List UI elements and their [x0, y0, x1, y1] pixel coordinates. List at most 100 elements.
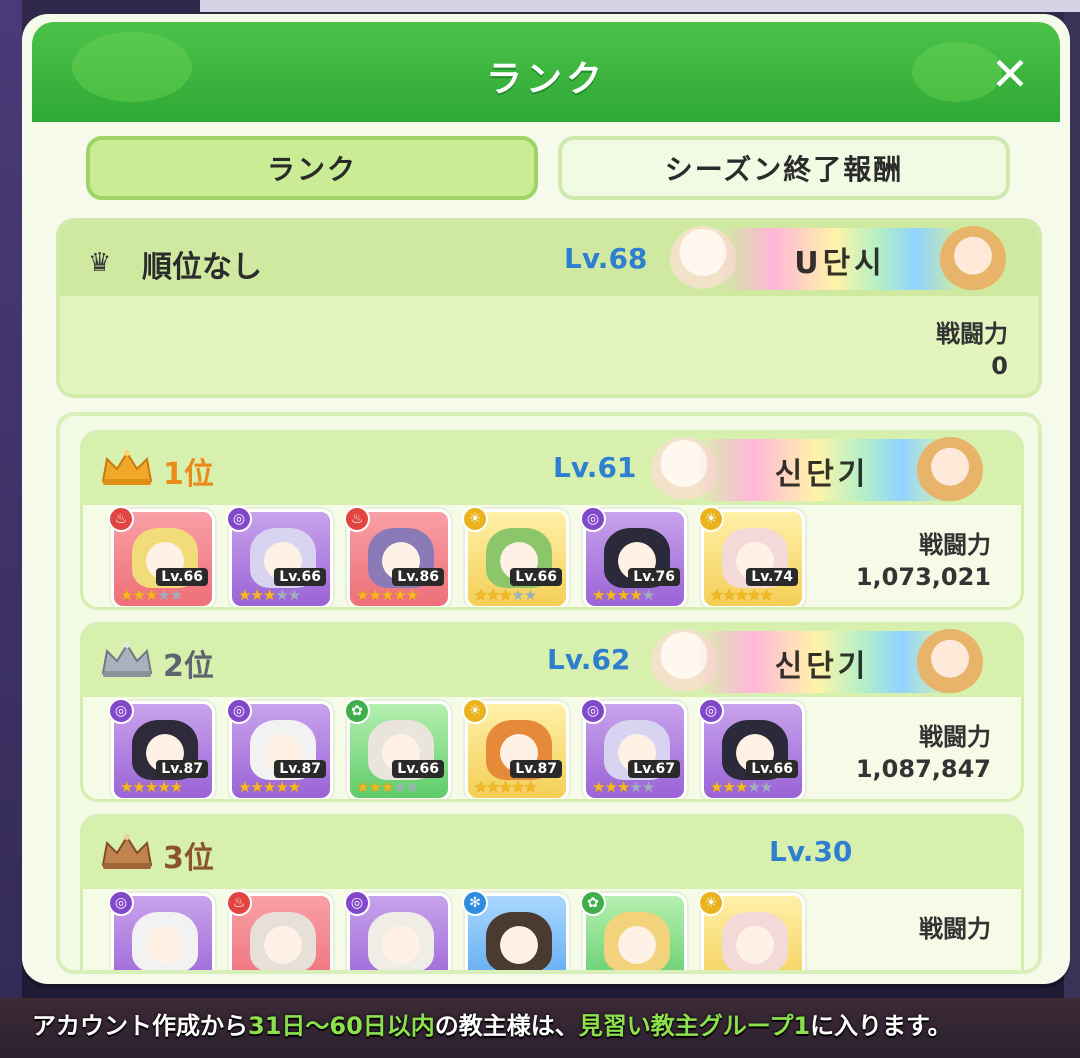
unit-card[interactable]: ☀ Lv.74 ★★★★★: [698, 506, 805, 607]
tab-season-end-reward[interactable]: シーズン終了報酬: [558, 136, 1010, 200]
unit-level: Lv.86: [392, 568, 444, 586]
player-avatar-right: [917, 629, 983, 695]
unit-card[interactable]: ◎ Lv.87 ★★★★★: [226, 698, 333, 799]
gold-crown-icon: [101, 450, 153, 485]
unit-level: Lv.87: [156, 760, 208, 778]
my-rank-status: 順位なし: [142, 250, 262, 285]
player-name: 신단기: [774, 649, 870, 684]
dark-element-icon: ◎: [108, 698, 134, 724]
unit-portrait: [250, 912, 316, 970]
unit-stars: ★★★★★: [592, 778, 655, 796]
unit-card[interactable]: ◎ Lv.87 ★★★★★: [108, 698, 215, 799]
team-units: ♨ Lv.66 ★★★★★ ◎ Lv.66 ★★★★★ ♨ Lv.86 ★★★★★ ☀ Lv.…: [108, 506, 805, 607]
dark-element-icon: ◎: [108, 890, 134, 916]
unit-level: Lv.76: [628, 568, 680, 586]
ranking-entry-3[interactable]: 3位 Lv.30 ◎ ♨ ◎ ✻ ✿ ☀ 戦闘力: [80, 814, 1024, 970]
crown-outline-icon: ♛: [88, 248, 112, 278]
fire-element-icon: ♨: [226, 890, 252, 916]
ranking-entry-1[interactable]: 1位 Lv.61 신단기 ♨ Lv.66 ★★★★★ ◎ Lv.66 ★★★★★ ♨ Lv…: [80, 430, 1024, 610]
unit-stars: ★★★★★: [710, 586, 773, 604]
unit-portrait: [722, 912, 788, 970]
unit-stars: ★★★★★: [356, 586, 419, 604]
player-name-banner: 신단기: [697, 439, 947, 501]
unit-portrait: [604, 912, 670, 970]
light-element-icon: ☀: [698, 506, 724, 532]
dark-element-icon: ◎: [698, 698, 724, 724]
unit-card[interactable]: ✿: [580, 890, 687, 970]
unit-card[interactable]: ☀ Lv.66 ★★★★★: [462, 506, 569, 607]
unit-level: Lv.66: [156, 568, 208, 586]
dark-element-icon: ◎: [580, 698, 606, 724]
light-element-icon: ☀: [462, 698, 488, 724]
unit-stars: ★★★★★: [710, 778, 773, 796]
dark-element-icon: ◎: [580, 506, 606, 532]
unit-portrait: [486, 912, 552, 970]
player-name: U단시: [794, 246, 886, 281]
unit-card[interactable]: ♨ Lv.66 ★★★★★: [108, 506, 215, 607]
unit-portrait: [368, 912, 434, 970]
unit-stars: ★★★★★: [120, 586, 183, 604]
wind-element-icon: ✿: [580, 890, 606, 916]
close-icon[interactable]: ✕: [988, 51, 1032, 97]
my-level: Lv.68: [564, 242, 648, 275]
my-power-label: 戦闘力: [936, 320, 1008, 348]
background-left-panel: [0, 0, 22, 1058]
ranking-entry-2[interactable]: 2位 Lv.62 신단기 ◎ Lv.87 ★★★★★ ◎ Lv.87 ★★★★★ ✿ Lv…: [80, 622, 1024, 802]
unit-level: Lv.74: [746, 568, 798, 586]
wind-element-icon: ✿: [344, 698, 370, 724]
note-text: アカウント作成から: [32, 1012, 248, 1040]
unit-card[interactable]: ✻: [462, 890, 569, 970]
silver-crown-icon: [101, 642, 153, 677]
team-units: ◎ Lv.87 ★★★★★ ◎ Lv.87 ★★★★★ ✿ Lv.66 ★★★★★ ☀ Lv.…: [108, 698, 805, 799]
unit-level: Lv.66: [392, 760, 444, 778]
rank-level: Lv.30: [769, 835, 853, 868]
unit-level: Lv.66: [746, 760, 798, 778]
unit-card[interactable]: ◎ Lv.66 ★★★★★: [226, 506, 333, 607]
team-units: ◎ ♨ ◎ ✻ ✿ ☀: [108, 890, 805, 970]
unit-portrait: [132, 912, 198, 970]
rank-level: Lv.62: [547, 643, 631, 676]
water-element-icon: ✻: [462, 890, 488, 916]
unit-stars: ★★★★★: [238, 586, 301, 604]
rank-position: 1位: [163, 457, 214, 492]
unit-card[interactable]: ♨: [226, 890, 333, 970]
unit-card[interactable]: ✿ Lv.66 ★★★★★: [344, 698, 451, 799]
note-text: に入ります。: [810, 1012, 952, 1040]
rank-modal: ランク ✕ ランク シーズン終了報酬 ♛ 順位なし Lv.68 U단시 戦闘力 …: [22, 14, 1070, 984]
note-text: の教主様は、: [434, 1012, 579, 1040]
dark-element-icon: ◎: [226, 698, 252, 724]
ranking-entry-header: [83, 817, 1021, 889]
unit-card[interactable]: ☀: [698, 890, 805, 970]
unit-level: Lv.87: [510, 760, 562, 778]
unit-card[interactable]: ◎ Lv.76 ★★★★★: [580, 506, 687, 607]
tab-rank[interactable]: ランク: [86, 136, 538, 200]
power-label: 戦闘力: [919, 531, 991, 559]
fire-element-icon: ♨: [108, 506, 134, 532]
dark-element-icon: ◎: [226, 506, 252, 532]
power-value: 1,073,021: [855, 563, 991, 591]
unit-stars: ★★★★★: [238, 778, 301, 796]
unit-level: Lv.67: [628, 760, 680, 778]
unit-card[interactable]: ◎: [108, 890, 215, 970]
power-label: 戦闘力: [919, 723, 991, 751]
unit-level: Lv.66: [274, 568, 326, 586]
power-label: 戦闘力: [919, 915, 991, 943]
rank-position: 3位: [163, 841, 214, 876]
rank-level: Lv.61: [553, 451, 637, 484]
light-element-icon: ☀: [698, 890, 724, 916]
player-name-banner: U단시: [720, 228, 960, 290]
unit-card[interactable]: ◎ Lv.66 ★★★★★: [698, 698, 805, 799]
unit-level: Lv.66: [510, 568, 562, 586]
group-info-note: アカウント作成から31日～60日以内の教主様は、見習い教主グループ1に入ります。: [32, 1006, 1062, 1041]
rank-position: 2位: [163, 649, 214, 684]
unit-card[interactable]: ☀ Lv.87 ★★★★★: [462, 698, 569, 799]
player-avatar-right: [917, 437, 983, 503]
note-highlight: 31日～60日以内: [248, 1012, 435, 1040]
player-name: 신단기: [774, 457, 870, 492]
unit-card[interactable]: ◎ Lv.67 ★★★★★: [580, 698, 687, 799]
unit-card[interactable]: ♨ Lv.86 ★★★★★: [344, 506, 451, 607]
my-power-value: 0: [991, 352, 1008, 380]
ranking-list[interactable]: 1位 Lv.61 신단기 ♨ Lv.66 ★★★★★ ◎ Lv.66 ★★★★★ ♨ Lv…: [56, 412, 1042, 974]
unit-stars: ★★★★★: [592, 586, 655, 604]
unit-card[interactable]: ◎: [344, 890, 451, 970]
